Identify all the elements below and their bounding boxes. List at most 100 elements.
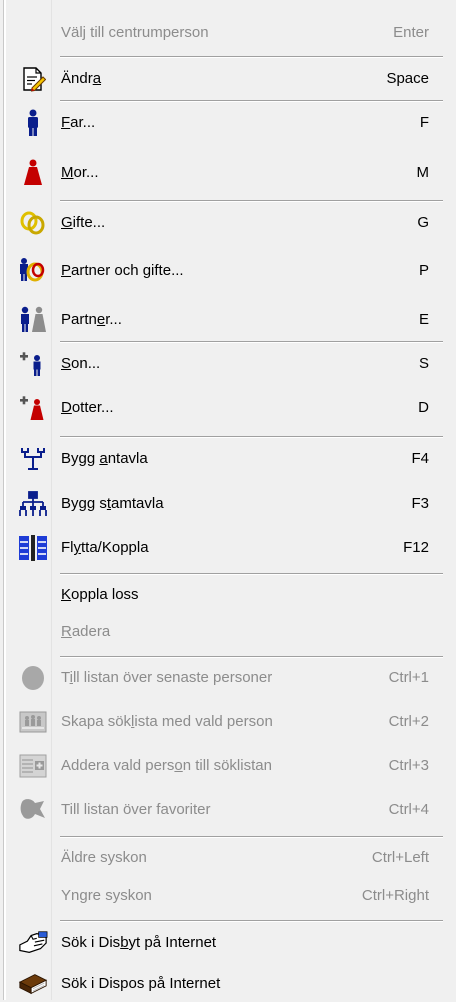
menu-item-build-ancestor-chart[interactable]: Bygg antavla F4: [8, 441, 448, 477]
menu-item-shortcut: F12: [403, 539, 429, 556]
menu-item-mother[interactable]: Mor... M: [8, 155, 448, 191]
menu-item-shortcut: F4: [411, 450, 429, 467]
menu-item-label-part: artner och gifte...: [71, 262, 184, 279]
menu-item-father[interactable]: Far... F: [8, 105, 448, 141]
menu-item-daughter[interactable]: Dotter... D: [8, 390, 448, 426]
partner-rings-icon: [18, 257, 48, 285]
menu-item-shortcut: E: [418, 311, 429, 328]
menu-item-label: Välj till centrumperson: [61, 24, 209, 41]
menu-item-move-link[interactable]: Flytta/Koppla F12: [8, 530, 448, 566]
menu-item-shortcut: Ctrl+Left: [371, 849, 429, 866]
menu-item-access-key: S: [61, 355, 72, 372]
partner-icon: [18, 306, 48, 334]
menu-separator: [60, 836, 443, 838]
menu-item-son[interactable]: Son... S: [8, 346, 448, 382]
menu-item-search-disbyt[interactable]: Sök i Disbyt på Internet: [8, 925, 448, 961]
context-menu: Välj till centrumperson Enter Ändra Spac…: [0, 0, 456, 1000]
menu-item-access-key: F: [61, 114, 71, 131]
rings-icon: [18, 209, 48, 237]
father-icon: [18, 109, 48, 137]
descendant-tree-icon: [18, 490, 48, 518]
menu-item-label-part: T: [61, 669, 70, 686]
book-icon: [18, 970, 48, 998]
menu-item-shortcut: P: [418, 262, 429, 279]
menu-separator: [60, 100, 443, 102]
menu-item-label: Äldre syskon: [61, 849, 147, 866]
son-icon: [18, 350, 48, 378]
create-search-list-icon: [18, 708, 48, 736]
menu-item-older-sibling[interactable]: Äldre syskon Ctrl+Left: [8, 840, 448, 876]
menu-item-shortcut: Enter: [393, 24, 429, 41]
menu-item-shortcut: F3: [411, 495, 429, 512]
menu-item-partner-and-marriage[interactable]: Partner och gifte... P: [8, 253, 448, 289]
menu-item-label-part: Skapa sök: [61, 713, 132, 730]
menu-item-edit[interactable]: Ändra Space: [8, 61, 448, 97]
menu-item-label-part: otter...: [71, 399, 114, 416]
menu-item-access-key: R: [61, 623, 72, 640]
mother-icon: [18, 159, 48, 187]
recent-persons-icon: [18, 664, 48, 692]
menu-item-marriage[interactable]: Gifte... G: [8, 205, 448, 241]
menu-item-label: Yngre syskon: [61, 887, 152, 904]
menu-item-label-part: tta/Koppla: [81, 539, 149, 556]
menu-item-label-part: amtavla: [111, 495, 164, 512]
menu-item-shortcut: Ctrl+2: [388, 713, 429, 730]
menu-item-label-part: n till söklistan: [182, 757, 272, 774]
menu-item-label-part: Bygg s: [61, 495, 107, 512]
menu-separator: [60, 436, 443, 438]
menu-item-label-part: Ändr: [61, 70, 93, 87]
daughter-icon: [18, 394, 48, 422]
menu-item-label-part: ar...: [70, 114, 96, 131]
menu-item-partner[interactable]: Partner... E: [8, 302, 448, 338]
menu-item-shortcut: Ctrl+4: [388, 801, 429, 818]
menu-item-add-to-search-list[interactable]: Addera vald person till söklistan Ctrl+3: [8, 748, 448, 784]
menu-item-add-to-recent-persons[interactable]: Till listan över senaste personer Ctrl+1: [8, 660, 448, 696]
menu-item-access-key: P: [61, 262, 72, 279]
menu-item-access-key: G: [61, 214, 73, 231]
menu-separator: [60, 200, 443, 202]
ancestor-tree-icon: [18, 445, 48, 473]
menu-item-access-key: a: [92, 70, 102, 87]
menu-item-delete[interactable]: Radera: [8, 614, 448, 650]
menu-item-shortcut: Ctrl+1: [388, 669, 429, 686]
menu-item-label-part: Sök i Dis: [61, 934, 121, 951]
menu-item-label-part: ifte...: [72, 214, 106, 231]
menu-item-select-center-person[interactable]: Välj till centrumperson Enter: [8, 15, 448, 51]
menu-item-label-part: r...: [105, 311, 122, 328]
menu-item-label-part: on...: [71, 355, 101, 372]
menu-item-access-key: M: [61, 164, 74, 181]
edit-document-icon: [18, 65, 48, 93]
menu-item-shortcut: Ctrl+Right: [361, 887, 429, 904]
menu-item-access-key: D: [61, 399, 72, 416]
menu-item-access-key: K: [61, 586, 72, 603]
menu-item-shortcut: S: [418, 355, 429, 372]
menu-item-add-to-favorites[interactable]: Till listan över favoriter Ctrl+4: [8, 792, 448, 828]
menu-item-label-part: Partn: [61, 311, 97, 328]
menu-item-shortcut: Ctrl+3: [388, 757, 429, 774]
menu-item-search-dispos[interactable]: Sök i Dispos på Internet: [8, 966, 448, 1002]
menu-item-unlink[interactable]: Koppla loss: [8, 577, 448, 613]
menu-item-label-part: oppla loss: [71, 586, 139, 603]
menu-separator: [60, 573, 443, 575]
menu-item-shortcut: F: [419, 114, 429, 131]
menu-item-shortcut: Space: [386, 70, 429, 87]
menu-item-label-part: adera: [71, 623, 111, 640]
menu-item-label-part: ista med vald person: [134, 713, 273, 730]
favorites-icon: [18, 796, 48, 824]
menu-item-create-search-list[interactable]: Skapa söklista med vald person Ctrl+2: [8, 704, 448, 740]
menu-item-label-part: Bygg: [61, 450, 100, 467]
menu-item-build-descendant-chart[interactable]: Bygg stamtavla F3: [8, 486, 448, 522]
menu-item-access-key: y: [73, 539, 82, 556]
add-to-search-list-icon: [18, 752, 48, 780]
menu-item-younger-sibling[interactable]: Yngre syskon Ctrl+Right: [8, 878, 448, 914]
menu-item-label: Sök i Dispos på Internet: [61, 975, 221, 992]
menu-item-label-part: ll listan över senaste personer: [72, 669, 273, 686]
menu-item-access-key: b: [120, 934, 129, 951]
menu-separator: [60, 656, 443, 658]
menu-item-access-key: e: [96, 311, 106, 328]
menu-item-shortcut: M: [416, 164, 430, 181]
menu-item-shortcut: G: [417, 214, 429, 231]
menu-item-label-part: or...: [73, 164, 99, 181]
menu-item-label-part: Fl: [61, 539, 74, 556]
menu-item-label-part: Addera vald pers: [61, 757, 175, 774]
